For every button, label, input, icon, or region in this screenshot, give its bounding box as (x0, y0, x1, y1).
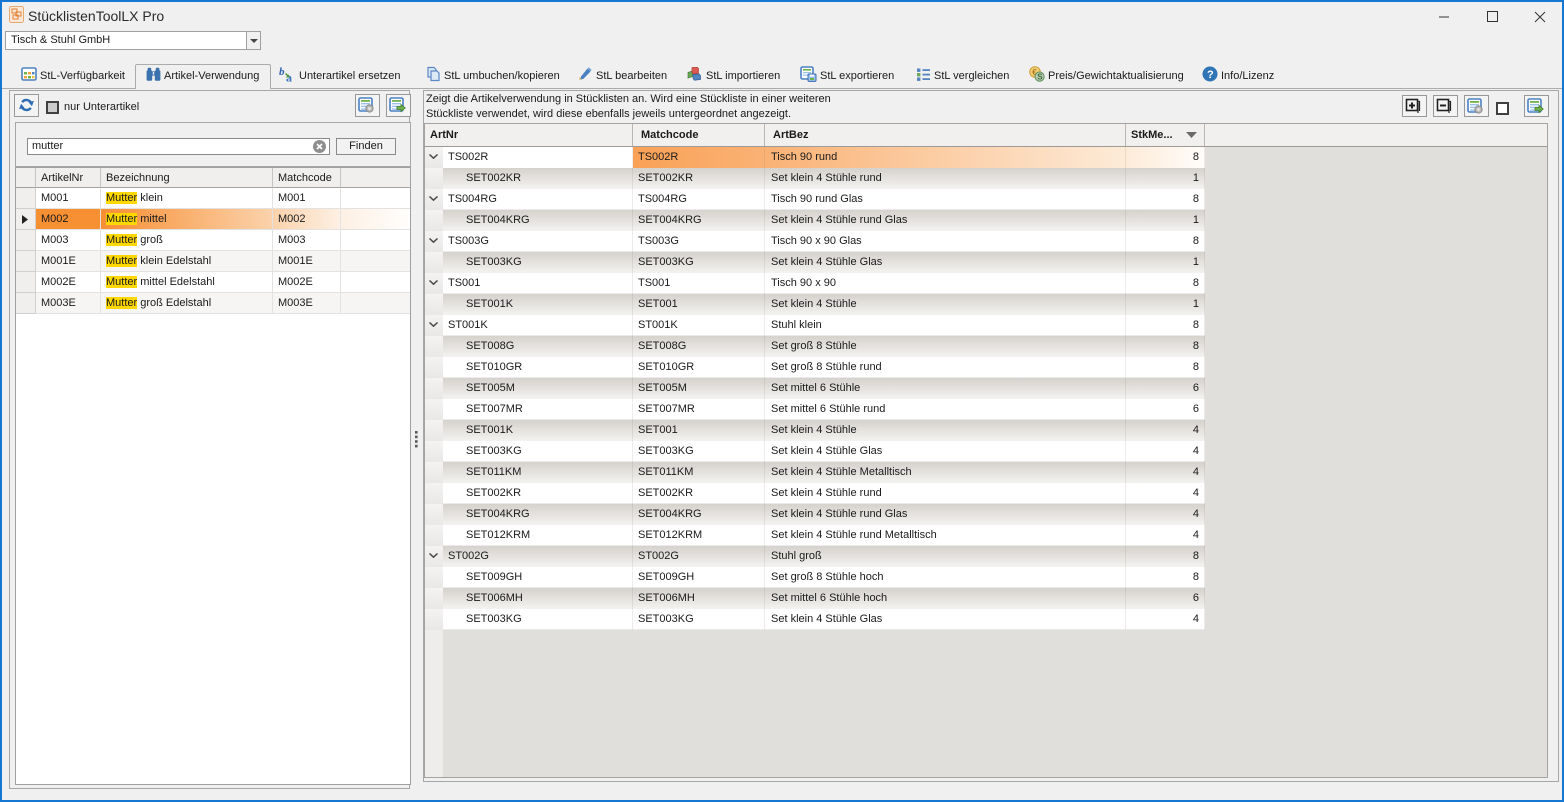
svg-text:b: b (279, 66, 285, 78)
svg-text:S: S (1037, 73, 1043, 82)
svg-text:?: ? (1207, 69, 1214, 81)
